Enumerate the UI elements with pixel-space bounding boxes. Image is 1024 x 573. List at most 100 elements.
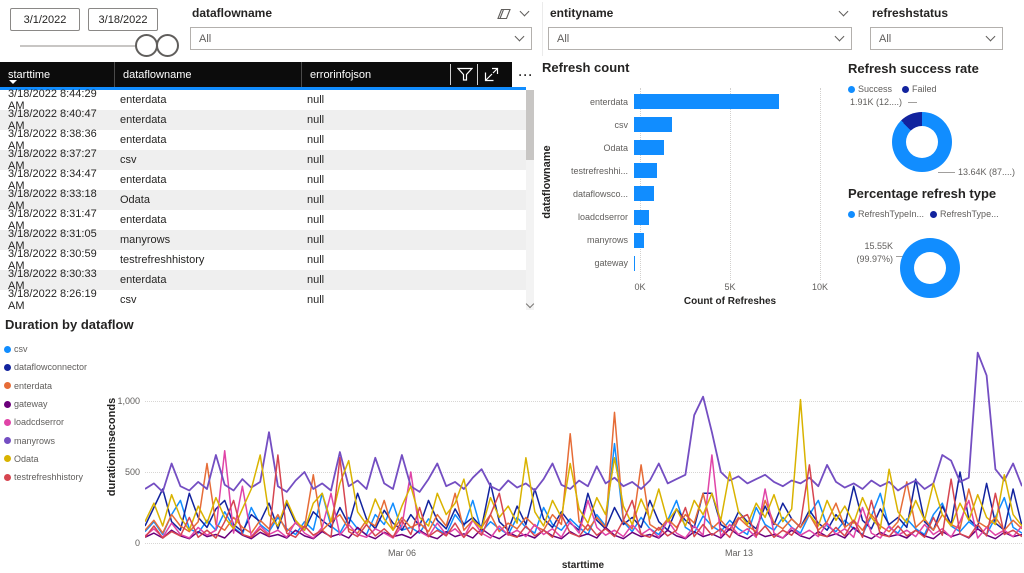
- refreshstatus-dropdown[interactable]: All: [870, 27, 1003, 50]
- success-rate-legend: Success Failed: [848, 84, 937, 94]
- powerbi-dashboard: dataflowname All entityname All refreshs…: [0, 0, 1024, 573]
- legend-dot-icon: [902, 86, 909, 93]
- bar-row: manyrows: [560, 229, 832, 252]
- table-scrollbar[interactable]: [526, 90, 534, 310]
- legend-item-csv[interactable]: csv: [4, 340, 87, 358]
- entityname-collapse-chevron-icon[interactable]: [839, 7, 849, 17]
- bar-testrefreshhi...[interactable]: [634, 163, 657, 178]
- legend-item-refreshtypein[interactable]: RefreshTypeIn...: [848, 209, 924, 219]
- duration-title: Duration by dataflow: [5, 317, 134, 332]
- duration-y-tick: 0: [108, 538, 140, 548]
- dataflowname-collapse-chevron-icon[interactable]: [520, 7, 530, 17]
- line-series-csv[interactable]: [145, 444, 1022, 535]
- chevron-down-icon: [986, 32, 996, 42]
- entityname-value: All: [557, 33, 569, 45]
- table-row[interactable]: 3/18/2022 8:30:59 AMtestrefreshhistorynu…: [0, 250, 526, 270]
- legend-label: loadcdserror: [14, 417, 64, 427]
- bar-gateway[interactable]: [634, 256, 635, 271]
- donut-hole: [914, 252, 946, 284]
- table-cell: null: [302, 214, 526, 226]
- table-row[interactable]: 3/18/2022 8:44:29 AMenterdatanull: [0, 90, 526, 110]
- table-cell: null: [302, 114, 526, 126]
- refresh-type-donut[interactable]: [900, 238, 960, 298]
- duration-plot[interactable]: [145, 340, 1022, 546]
- duration-legend: csv dataflowconnector enterdata gateway load…: [4, 340, 87, 486]
- callout-leader-line: [938, 172, 955, 173]
- bar-manyrows[interactable]: [634, 233, 644, 248]
- scrollbar-thumb[interactable]: [526, 90, 534, 160]
- table-row[interactable]: 3/18/2022 8:30:33 AMenterdatanull: [0, 270, 526, 290]
- bar-row: csv: [560, 113, 832, 136]
- table-row[interactable]: 3/18/2022 8:31:05 AMmanyrowsnull: [0, 230, 526, 250]
- focus-mode-icon[interactable]: [484, 67, 499, 82]
- refresh-count-plot: enterdatacsvOdatatestrefreshhi...dataflo…: [560, 90, 832, 275]
- legend-label: manyrows: [14, 436, 55, 446]
- table-row[interactable]: 3/18/2022 8:38:36 AMenterdatanull: [0, 130, 526, 150]
- column-header-dataflowname[interactable]: dataflowname: [115, 62, 302, 87]
- bar-csv[interactable]: [634, 117, 672, 132]
- refresh-type-pct-label: (99.97%): [841, 254, 893, 264]
- legend-dot-icon: [4, 346, 11, 353]
- icon-divider: [477, 64, 478, 85]
- legend-item-enterdata[interactable]: enterdata: [4, 377, 87, 395]
- entityname-dropdown[interactable]: All: [548, 27, 852, 50]
- legend-dot-icon: [4, 401, 11, 408]
- legend-item-gateway[interactable]: gateway: [4, 395, 87, 413]
- eraser-icon[interactable]: [496, 8, 512, 21]
- legend-dot-icon: [4, 474, 11, 481]
- legend-item-dataflowconnector[interactable]: dataflowconnector: [4, 358, 87, 376]
- date-slider-track[interactable]: [20, 45, 148, 47]
- legend-item-success[interactable]: Success: [848, 84, 892, 94]
- success-rate-donut[interactable]: [892, 112, 952, 172]
- legend-item-refreshtype[interactable]: RefreshType...: [930, 209, 999, 219]
- table-row[interactable]: 3/18/2022 8:31:47 AMenterdatanull: [0, 210, 526, 230]
- table-row[interactable]: 3/18/2022 8:26:19 AMcsvnull: [0, 290, 526, 310]
- bar-x-tick: 0K: [630, 282, 650, 292]
- date-slider-handle-start[interactable]: [135, 34, 158, 57]
- table-body: 3/18/2022 8:44:29 AMenterdatanull3/18/20…: [0, 90, 526, 310]
- bar-x-axis-title: Count of Refreshes: [640, 296, 820, 307]
- bar-category-label: enterdata: [560, 97, 634, 107]
- date-slider-handle-end[interactable]: [156, 34, 179, 57]
- dataflowname-dropdown[interactable]: All: [190, 27, 532, 50]
- date-end-input[interactable]: [88, 8, 158, 31]
- date-start-input[interactable]: [10, 8, 80, 31]
- more-options-icon[interactable]: ···: [512, 62, 540, 87]
- bar-dataflowsco...[interactable]: [634, 186, 654, 201]
- bar-row: loadcdserror: [560, 205, 832, 228]
- failed-callout: 1.91K (12....): [850, 97, 902, 107]
- table-cell: csv: [115, 154, 302, 166]
- table-cell: null: [302, 294, 526, 306]
- duration-x-tick: Mar 06: [380, 548, 424, 558]
- legend-item-failed[interactable]: Failed: [902, 84, 937, 94]
- legend-label: dataflowconnector: [14, 362, 87, 372]
- table-cell: enterdata: [115, 94, 302, 106]
- filter-icon[interactable]: [457, 67, 473, 82]
- bar-y-axis-title: dataflowname: [541, 132, 553, 232]
- success-rate-title: Refresh success rate: [848, 61, 979, 76]
- bar-row: dataflowsco...: [560, 182, 832, 205]
- refresh-type-legend: RefreshTypeIn... RefreshType...: [848, 209, 999, 219]
- legend-item-loadcdserror[interactable]: loadcdserror: [4, 413, 87, 431]
- legend-item-testrefreshhistory[interactable]: testrefreshhistory: [4, 468, 87, 486]
- table-row[interactable]: 3/18/2022 8:33:18 AMOdatanull: [0, 190, 526, 210]
- table-row[interactable]: 3/18/2022 8:34:47 AMenterdatanull: [0, 170, 526, 190]
- legend-dot-icon: [4, 437, 11, 444]
- legend-label: gateway: [14, 399, 48, 409]
- refreshstatus-slicer-label: refreshstatus: [872, 6, 948, 20]
- legend-label: csv: [14, 344, 28, 354]
- dataflowname-slicer-label: dataflowname: [192, 6, 272, 20]
- table-cell: null: [302, 254, 526, 266]
- legend-item-manyrows[interactable]: manyrows: [4, 431, 87, 449]
- legend-item-odata[interactable]: Odata: [4, 450, 87, 468]
- bar-loadcdserror[interactable]: [634, 210, 649, 225]
- bar-Odata[interactable]: [634, 140, 664, 155]
- bar-row: gateway: [560, 252, 832, 275]
- chevron-down-icon: [515, 32, 525, 42]
- column-header-starttime[interactable]: starttime: [0, 62, 115, 87]
- table-row[interactable]: 3/18/2022 8:37:27 AMcsvnull: [0, 150, 526, 170]
- table-cell: enterdata: [115, 274, 302, 286]
- chevron-down-icon: [835, 32, 845, 42]
- table-row[interactable]: 3/18/2022 8:40:47 AMenterdatanull: [0, 110, 526, 130]
- bar-enterdata[interactable]: [634, 94, 779, 109]
